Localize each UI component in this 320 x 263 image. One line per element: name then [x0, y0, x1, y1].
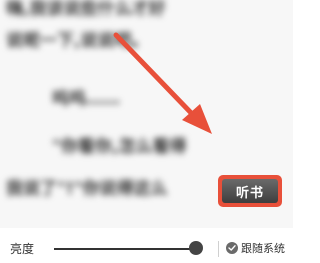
follow-system-toggle[interactable]: 跟随系统: [226, 240, 285, 256]
brightness-label: 亮度: [10, 242, 35, 256]
brightness-slider-thumb[interactable]: [188, 241, 203, 255]
reader-line: "你看你,怎么看得: [52, 137, 187, 157]
divider: [218, 241, 219, 257]
listen-book-label: 听书: [222, 179, 278, 203]
reader-line: 嗨,我该说些什么才好: [6, 0, 166, 19]
brightness-slider-track[interactable]: [54, 248, 200, 250]
listen-book-button[interactable]: 听书: [218, 175, 282, 207]
brightness-bar: 亮度 跟随系统: [0, 228, 293, 263]
follow-system-label: 跟随系统: [241, 242, 285, 255]
reader-line: 说呢一下,说说吧。: [6, 31, 149, 51]
reader-screen: 嗨,我该说些什么才好 说呢一下,说说吧。 呜呜…… "你看你,怎么看得 我说了"…: [0, 0, 293, 263]
check-icon: [226, 242, 238, 254]
reader-line: 我说了"!"你说得这么: [6, 179, 168, 199]
reader-line: 呜呜……: [52, 89, 120, 109]
brightness-slider-fill: [54, 248, 196, 250]
